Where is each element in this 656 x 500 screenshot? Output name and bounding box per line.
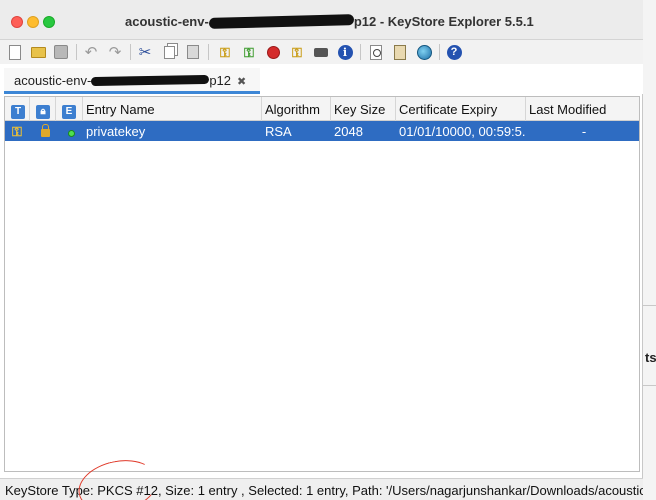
- toolbar-separator: [360, 44, 361, 60]
- redo-icon[interactable]: ↷: [106, 43, 124, 61]
- table-row[interactable]: ⚿ privatekey RSA 2048 01/01/10000, 00:59…: [5, 121, 639, 141]
- valid-status-icon: [65, 121, 83, 141]
- toolbar: ↶ ↷ ✂ ⚿ ⚿ ⚿ i ?: [0, 40, 643, 64]
- entry-type-icon: T: [11, 104, 25, 119]
- column-header-certificate-expiry[interactable]: Certificate Expiry: [396, 97, 526, 121]
- tab-strip: acoustic-env-p12 ✖: [0, 64, 643, 94]
- generate-secret-key-icon[interactable]: ⚿: [240, 43, 258, 61]
- new-icon[interactable]: [6, 43, 24, 61]
- generate-key-pair-icon[interactable]: ⚿: [216, 43, 234, 61]
- cell-key-size: 2048: [334, 124, 363, 139]
- cell-entry-name: privatekey: [86, 124, 146, 139]
- column-header-key-size[interactable]: Key Size: [331, 97, 396, 121]
- lock-status-icon: 🔒︎: [36, 104, 50, 119]
- tab-close-icon[interactable]: ✖: [237, 76, 246, 88]
- toolbar-separator: [439, 44, 440, 60]
- table-header: T 🔒︎ E Entry Name Algorithm Key Size Cer…: [5, 97, 639, 121]
- toolbar-separator: [208, 44, 209, 60]
- import-key-pair-icon[interactable]: ⚿: [288, 43, 306, 61]
- column-header-entry-name[interactable]: Entry Name: [83, 97, 262, 121]
- cell-algorithm: RSA: [265, 124, 292, 139]
- keystore-entries-table[interactable]: T 🔒︎ E Entry Name Algorithm Key Size Cer…: [4, 96, 640, 472]
- cut-icon[interactable]: ✂: [136, 43, 154, 61]
- redaction-mark: [208, 14, 354, 29]
- tab-label-suffix: p12: [209, 73, 232, 88]
- cell-certificate-expiry: 01/01/10000, 00:59:5...: [399, 124, 526, 139]
- title-bar: acoustic-env-p12 - KeyStore Explorer 5.5…: [0, 0, 643, 40]
- properties-icon[interactable]: i: [336, 43, 354, 61]
- column-header-lock[interactable]: 🔒︎: [30, 97, 56, 121]
- window-title-prefix: acoustic-env-: [125, 14, 209, 29]
- undo-icon[interactable]: ↶: [82, 43, 100, 61]
- window-title: acoustic-env-p12 - KeyStore Explorer 5.5…: [125, 14, 534, 29]
- expiry-status-icon: E: [62, 104, 76, 119]
- toolbar-separator: [76, 44, 77, 60]
- column-header-type[interactable]: T: [5, 97, 30, 121]
- column-header-last-modified[interactable]: Last Modified: [526, 97, 639, 121]
- examine-ssl-icon[interactable]: [415, 43, 433, 61]
- key-pair-icon: ⚿: [12, 124, 22, 139]
- help-icon[interactable]: ?: [445, 43, 463, 61]
- column-header-algorithm[interactable]: Algorithm: [262, 97, 331, 121]
- keystore-explorer-window: acoustic-env-p12 - KeyStore Explorer 5.5…: [0, 0, 643, 500]
- background-app-strip: [643, 0, 656, 500]
- unlocked-icon: [38, 121, 56, 141]
- cell-last-modified: -: [581, 124, 587, 139]
- save-icon[interactable]: [52, 43, 70, 61]
- import-trusted-certificate-icon[interactable]: [264, 43, 282, 61]
- examine-clipboard-icon[interactable]: [391, 43, 409, 61]
- paste-icon[interactable]: [184, 43, 202, 61]
- copy-icon[interactable]: [160, 43, 178, 61]
- tab-keystore[interactable]: acoustic-env-p12 ✖: [4, 68, 260, 94]
- tab-label-prefix: acoustic-env-: [14, 73, 92, 88]
- close-window-button[interactable]: [11, 16, 23, 28]
- background-text-fragment: ts: [645, 350, 656, 365]
- redaction-mark: [91, 74, 210, 87]
- examine-file-icon[interactable]: [367, 43, 385, 61]
- open-icon[interactable]: [29, 43, 47, 61]
- set-password-icon[interactable]: [312, 43, 330, 61]
- minimize-window-button[interactable]: [27, 16, 39, 28]
- window-title-suffix: p12 - KeyStore Explorer 5.5.1: [353, 14, 534, 29]
- column-header-expiry-status[interactable]: E: [56, 97, 83, 121]
- zoom-window-button[interactable]: [43, 16, 55, 28]
- background-divider: [643, 305, 656, 306]
- toolbar-separator: [130, 44, 131, 60]
- background-divider: [643, 385, 656, 386]
